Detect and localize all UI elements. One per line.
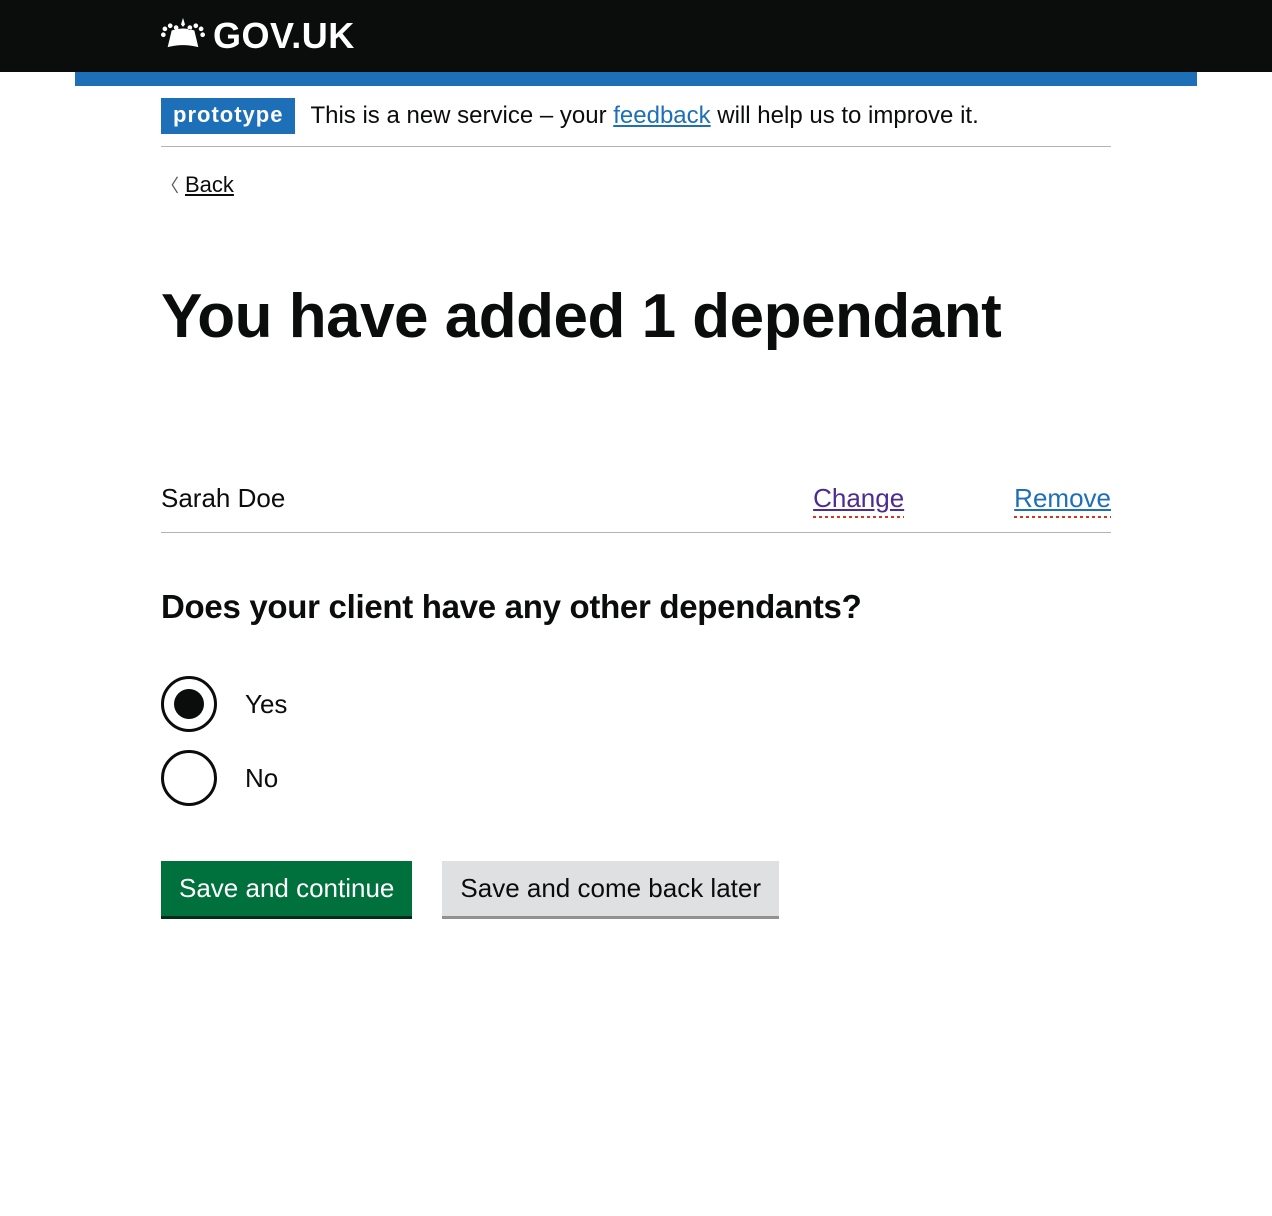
radio-option-no[interactable]: No <box>161 750 1111 806</box>
page-heading: You have added 1 dependant <box>161 283 1111 351</box>
save-continue-button[interactable]: Save and continue <box>161 861 412 916</box>
phase-text-before: This is a new service – your <box>310 102 613 129</box>
govuk-logo-text: GOV.UK <box>213 15 355 57</box>
save-later-button[interactable]: Save and come back later <box>442 861 779 916</box>
phase-banner: prototype This is a new service – your f… <box>161 86 1111 147</box>
feedback-link[interactable]: feedback <box>613 102 710 129</box>
summary-list: Sarah Doe Change Remove <box>161 471 1111 533</box>
chevron-left-icon: 〈 <box>161 172 179 198</box>
site-header: GOV.UK <box>0 0 1272 72</box>
crown-icon <box>161 16 205 57</box>
header-blue-bar <box>75 72 1197 86</box>
dependant-name: Sarah Doe <box>161 483 813 514</box>
phase-tag: prototype <box>161 98 295 134</box>
govuk-logo-link[interactable]: GOV.UK <box>161 15 355 57</box>
radio-circle-icon <box>161 750 217 806</box>
question-legend: Does your client have any other dependan… <box>161 588 1111 626</box>
remove-link[interactable]: Remove <box>1014 483 1111 514</box>
back-link[interactable]: 〈 Back <box>161 172 234 198</box>
button-group: Save and continue Save and come back lat… <box>161 861 1111 916</box>
radio-circle-icon <box>161 676 217 732</box>
radio-label-yes: Yes <box>245 689 287 720</box>
radio-group: Yes No <box>161 676 1111 806</box>
radio-option-yes[interactable]: Yes <box>161 676 1111 732</box>
change-link[interactable]: Change <box>813 483 904 514</box>
phase-banner-text: This is a new service – your feedback wi… <box>310 102 978 130</box>
phase-text-after: will help us to improve it. <box>711 102 979 129</box>
radio-label-no: No <box>245 763 278 794</box>
summary-row: Sarah Doe Change Remove <box>161 471 1111 532</box>
back-link-label: Back <box>185 172 234 198</box>
